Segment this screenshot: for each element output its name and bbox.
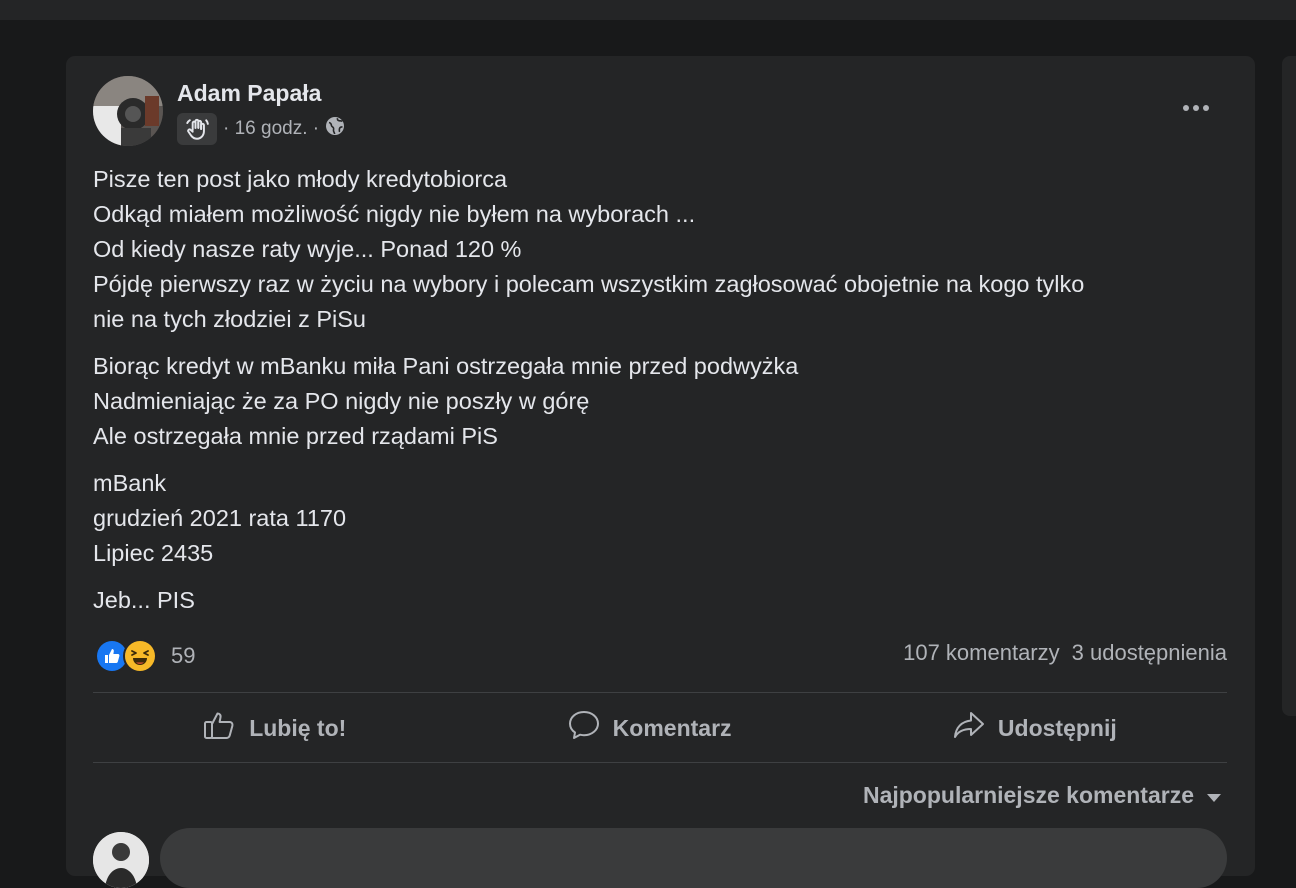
post-meta: · 16 godz. · [177, 113, 345, 145]
haha-reaction-icon [123, 639, 157, 673]
post-line: Pójdę pierwszy raz w życiu na wybory i p… [93, 271, 1085, 297]
divider [93, 762, 1227, 763]
reactions-summary[interactable]: 59 [95, 638, 195, 674]
caret-down-icon [1206, 782, 1222, 809]
like-button-label: Lubię to! [249, 714, 347, 741]
comment-button[interactable]: Komentarz [567, 709, 732, 747]
post-line: Od kiedy nasze raty wyje... Ponad 120 % [93, 236, 522, 262]
share-button[interactable]: Udostępnij [952, 709, 1117, 747]
post-paragraph: Biorąc kredyt w mBanku miła Pani ostrzeg… [93, 349, 1223, 454]
comment-input[interactable] [160, 828, 1227, 888]
post-card: Adam Papała · 16 godz. · Pisze ten post … [66, 56, 1255, 888]
post-line: Jeb... PIS [93, 587, 195, 613]
shares-count-link[interactable]: 3 udostępnienia [1072, 640, 1227, 666]
commenter-avatar[interactable] [93, 832, 149, 888]
comment-icon [567, 709, 601, 747]
post-line: Nadmieniając że za PO nigdy nie poszły w… [93, 388, 590, 414]
top-bar [0, 0, 1296, 20]
post-line: Pisze ten post jako młody kredytobiorca [93, 166, 508, 192]
post-stats: 107 komentarzy 3 udostępnienia [903, 640, 1227, 666]
post-paragraph: Pisze ten post jako młody kredytobiorca O… [93, 162, 1223, 337]
post-paragraph: mBank grudzień 2021 rata 1170 Lipiec 2435 [93, 466, 1223, 571]
side-panel [1282, 56, 1296, 716]
post-line: Odkąd miałem możliwość nigdy nie byłem n… [93, 201, 696, 227]
share-icon [952, 709, 986, 747]
post-line: Ale ostrzegała mnie przed rządami PiS [93, 423, 498, 449]
thumbs-up-icon [203, 709, 237, 747]
action-bar: Lubię to! Komentarz Udostępnij [93, 694, 1227, 762]
post-text: Pisze ten post jako młody kredytobiorca O… [93, 162, 1223, 630]
globe-icon [325, 116, 345, 142]
post-paragraph: Jeb... PIS [93, 583, 1223, 618]
more-options-icon[interactable] [1178, 94, 1214, 122]
waving-hand-icon[interactable] [177, 113, 217, 145]
author-name[interactable]: Adam Papała [177, 80, 321, 107]
like-button[interactable]: Lubię to! [203, 709, 346, 747]
reaction-count: 59 [171, 643, 196, 668]
comment-sort-dropdown[interactable]: Najpopularniejsze komentarze [863, 782, 1222, 809]
sort-label: Najpopularniejsze komentarze [862, 782, 1194, 808]
author-avatar[interactable] [93, 76, 163, 146]
post-line: Biorąc kredyt w mBanku miła Pani ostrzeg… [93, 353, 799, 379]
post-line: Lipiec 2435 [93, 540, 214, 566]
post-line: grudzień 2021 rata 1170 [93, 505, 347, 531]
comment-button-label: Komentarz [612, 714, 732, 741]
post-line: mBank [93, 470, 167, 496]
share-button-label: Udostępnij [997, 714, 1117, 741]
post-line: nie na tych złodziei z PiSu [93, 306, 367, 332]
post-time[interactable]: · 16 godz. · [223, 118, 319, 140]
divider [93, 692, 1227, 693]
comments-count-link[interactable]: 107 komentarzy [903, 640, 1060, 666]
